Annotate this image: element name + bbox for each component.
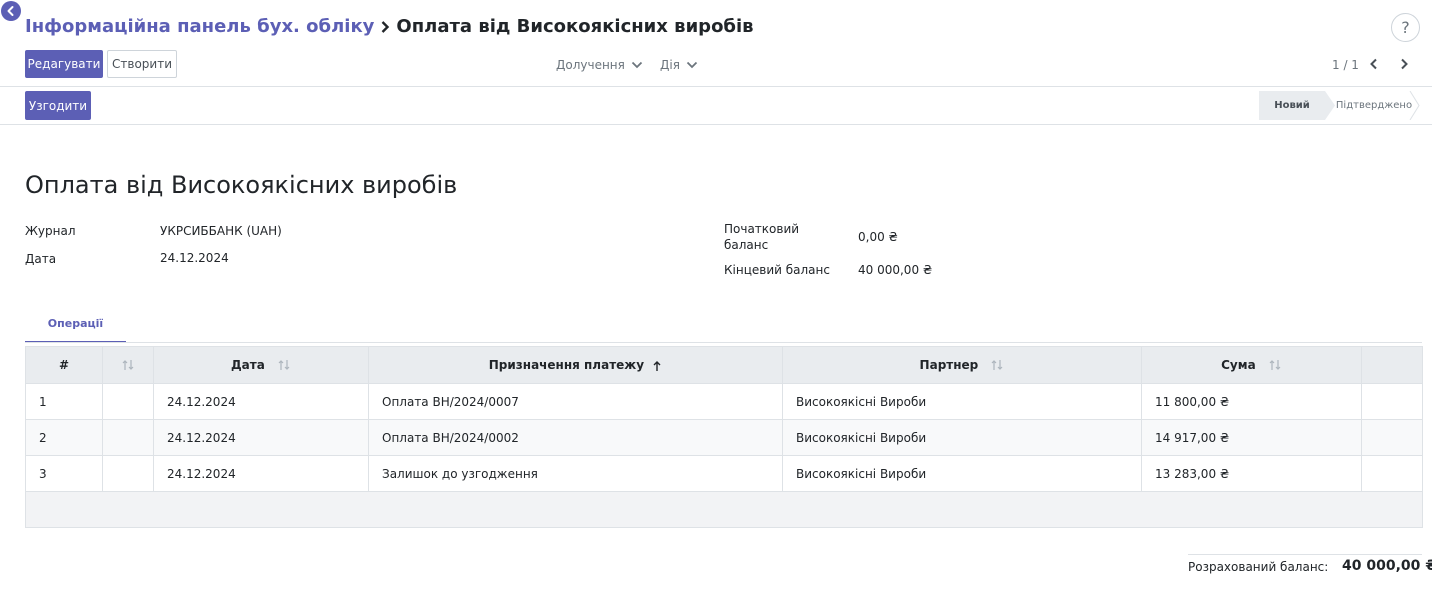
end-balance-label: Кінцевий баланс <box>724 263 830 277</box>
cell-extra <box>1361 383 1423 420</box>
date-value[interactable]: 24.12.2024 <box>160 251 229 265</box>
action-dropdown[interactable]: Дія <box>660 58 698 72</box>
column-header-label: Партнер <box>919 357 979 372</box>
reconcile-button[interactable]: Узгодити <box>25 91 91 120</box>
page-title: Оплата від Високоякісних виробів <box>25 171 458 199</box>
chevron-right-icon <box>380 20 390 34</box>
sort-icon <box>122 360 134 371</box>
sort-icon <box>1269 360 1281 371</box>
column-header-amount[interactable]: Сума <box>1141 346 1362 384</box>
cell-date: 24.12.2024 <box>153 455 369 492</box>
status-step-label: Підтверджено <box>1335 100 1413 111</box>
column-header-num: # <box>25 346 103 384</box>
cell-partner: Високоякісні Вироби <box>782 419 1142 456</box>
end-balance-value[interactable]: 40 000,00 ₴ <box>858 263 932 277</box>
sort-icon <box>278 360 290 371</box>
sort-icon <box>992 360 1003 371</box>
status-arrow-icon <box>1409 91 1420 120</box>
cell-partner: Високоякісні Вироби <box>782 383 1142 420</box>
control-panel-divider <box>0 86 1432 87</box>
cell-handle <box>102 383 154 420</box>
column-header-handle[interactable] <box>102 346 154 384</box>
column-header-label-col[interactable]: Призначення платежу <box>368 346 783 384</box>
table-header-row: # Дата Призначення платежу Партнер Сума <box>25 346 1423 384</box>
pager-previous-icon[interactable] <box>1369 57 1379 71</box>
cell-amount: 11 800,00 ₴ <box>1141 383 1362 420</box>
breadcrumb-parent-link[interactable]: Інформаційна панель бух. обліку <box>25 16 374 37</box>
cell-amount: 14 917,00 ₴ <box>1141 419 1362 456</box>
status-step-new[interactable]: Новий <box>1259 91 1335 120</box>
action-dropdown-label: Дія <box>660 58 680 72</box>
computed-balance-value: 40 000,00 ₴ <box>1342 558 1432 574</box>
attachments-dropdown[interactable]: Долучення <box>556 58 643 72</box>
cell-label: Залишок до узгодження <box>368 455 783 492</box>
column-header-date[interactable]: Дата <box>153 346 369 384</box>
cell-amount: 13 283,00 ₴ <box>1141 455 1362 492</box>
cell-num: 1 <box>25 383 103 420</box>
column-header-extra <box>1361 346 1423 384</box>
table-empty-cell <box>25 491 1423 528</box>
breadcrumb-current: Оплата від Високоякісних виробів <box>396 16 754 37</box>
cell-label: Оплата ВН/2024/0002 <box>368 419 783 456</box>
table-row[interactable]: 2 24.12.2024 Оплата ВН/2024/0002 Високоя… <box>25 419 1423 456</box>
table-row[interactable]: 1 24.12.2024 Оплата ВН/2024/0007 Високоя… <box>25 383 1423 420</box>
chevron-down-icon <box>686 61 698 69</box>
column-header-partner[interactable]: Партнер <box>782 346 1142 384</box>
cell-label: Оплата ВН/2024/0007 <box>368 383 783 420</box>
cell-extra <box>1361 455 1423 492</box>
table-row[interactable]: 3 24.12.2024 Залишок до узгодження Висок… <box>25 455 1423 492</box>
tab-operations[interactable]: Операції <box>25 306 126 343</box>
summary-divider <box>1188 554 1422 555</box>
journal-label: Журнал <box>25 224 76 238</box>
help-icon[interactable]: ? <box>1391 13 1420 42</box>
back-icon[interactable] <box>1 1 21 21</box>
pager-next-icon[interactable] <box>1399 57 1409 71</box>
cell-num: 2 <box>25 419 103 456</box>
create-button[interactable]: Створити <box>107 50 177 78</box>
status-bar: Новий Підтверджено <box>1259 91 1420 120</box>
status-step-label: Новий <box>1274 100 1310 111</box>
start-balance-value[interactable]: 0,00 ₴ <box>858 230 898 244</box>
column-header-label: Дата <box>230 357 265 372</box>
computed-balance-label: Розрахований баланс: <box>1188 560 1329 574</box>
tab-underline-divider <box>25 342 1422 343</box>
operations-table: # Дата Призначення платежу Партнер Сума <box>25 346 1423 528</box>
status-step-confirmed[interactable]: Підтверджено <box>1325 91 1420 120</box>
cell-handle <box>102 419 154 456</box>
pager-value: 1 / 1 <box>1332 58 1359 72</box>
journal-value[interactable]: УКРСИББАНК (UAH) <box>160 224 282 238</box>
cell-partner: Високоякісні Вироби <box>782 455 1142 492</box>
start-balance-label-line2: баланс <box>724 238 769 252</box>
cell-date: 24.12.2024 <box>153 383 369 420</box>
statusbar-divider <box>0 124 1432 125</box>
sort-ascending-icon <box>653 360 661 371</box>
column-header-label: Призначення платежу <box>488 358 645 372</box>
chevron-down-icon <box>631 61 643 69</box>
edit-button[interactable]: Редагувати <box>25 50 103 78</box>
start-balance-label: Початковий <box>724 222 800 236</box>
column-header-label: # <box>58 358 70 372</box>
cell-extra <box>1361 419 1423 456</box>
date-label: Дата <box>25 252 57 266</box>
cell-num: 3 <box>25 455 103 492</box>
cell-date: 24.12.2024 <box>153 419 369 456</box>
table-empty-row <box>25 491 1423 528</box>
column-header-label: Сума <box>1221 357 1256 372</box>
cell-handle <box>102 455 154 492</box>
attachments-dropdown-label: Долучення <box>556 58 625 72</box>
breadcrumb: Інформаційна панель бух. обліку Оплата в… <box>25 16 754 37</box>
